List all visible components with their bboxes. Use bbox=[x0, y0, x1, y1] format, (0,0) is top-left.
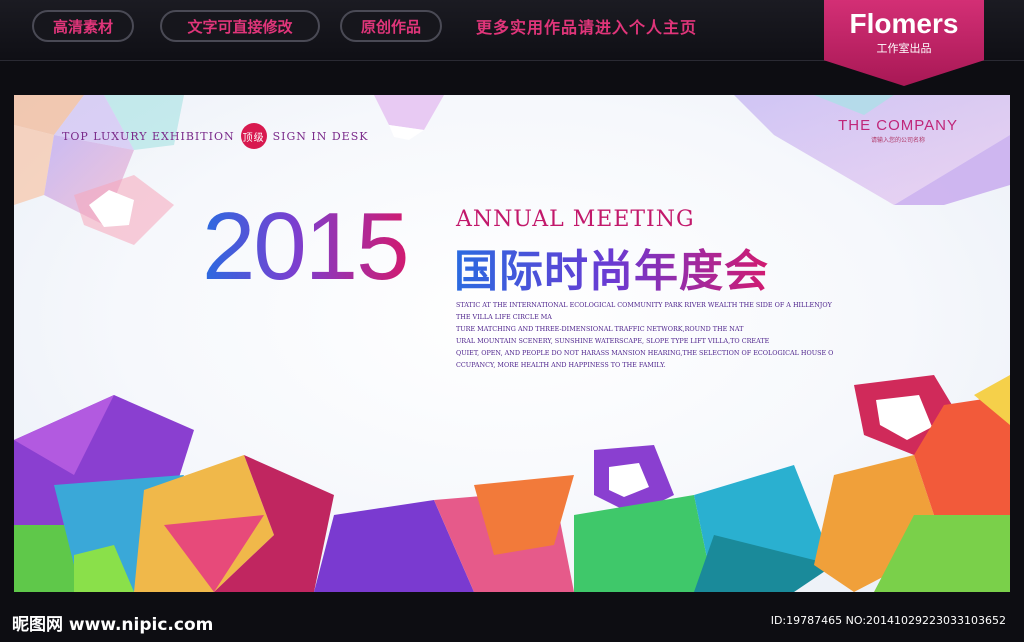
brand-badge: Flomers 工作室出品 bbox=[824, 0, 984, 86]
promo-text: 更多实用作品请进入个人主页 bbox=[476, 18, 698, 37]
body-line: THE VILLA LIFE CIRCLE MA bbox=[456, 313, 552, 321]
tagline-right: SIGN IN DESK bbox=[272, 129, 369, 143]
body-line: TURE MATCHING AND THREE-DIMENSIONAL TRAF… bbox=[456, 325, 744, 333]
top-badge: 顶级 bbox=[240, 123, 267, 149]
poster-canvas: TOP LUXURY EXHIBITION 顶级 SIGN IN DESK TH… bbox=[14, 95, 1010, 592]
tagline: TOP LUXURY EXHIBITION 顶级 SIGN IN DESK bbox=[62, 123, 368, 149]
annual-meeting-title: ANNUAL MEETING bbox=[456, 207, 695, 232]
pill-original-work: 原创作品 bbox=[340, 10, 442, 42]
watermark-logo: 昵图网 www.nipic.com bbox=[12, 615, 214, 635]
pill-editable-text: 文字可直接修改 bbox=[160, 10, 320, 42]
body-text: STATIC AT THE INTERNATIONAL ECOLOGICAL C… bbox=[456, 299, 836, 371]
company-name: THE COMPANY bbox=[838, 117, 958, 134]
body-line: URAL MOUNTAIN SCENERY, SUNSHINE WATERSCA… bbox=[456, 337, 770, 345]
chinese-title: 国际时尚年度会 bbox=[454, 235, 769, 299]
body-line: CCUPANCY, MORE HEALTH AND HAPPINESS TO T… bbox=[456, 361, 666, 369]
watermark-id: ID:19787465 NO:20141029223033103652 bbox=[770, 614, 1006, 627]
pill-hd-material: 高清素材 bbox=[32, 10, 134, 42]
body-line: QUIET, OPEN, AND PEOPLE DO NOT HARASS MA… bbox=[456, 349, 834, 357]
company-subtitle: 请输入您的公司名称 bbox=[871, 137, 926, 144]
year-title: 2015 bbox=[202, 193, 410, 300]
brand-subtitle: 工作室出品 bbox=[876, 42, 932, 55]
body-line: STATIC AT THE INTERNATIONAL ECOLOGICAL C… bbox=[456, 301, 832, 309]
company-block: THE COMPANY 请输入您的公司名称 bbox=[838, 117, 958, 144]
tagline-left: TOP LUXURY EXHIBITION bbox=[62, 129, 235, 143]
brand-name: Flomers bbox=[849, 8, 959, 39]
